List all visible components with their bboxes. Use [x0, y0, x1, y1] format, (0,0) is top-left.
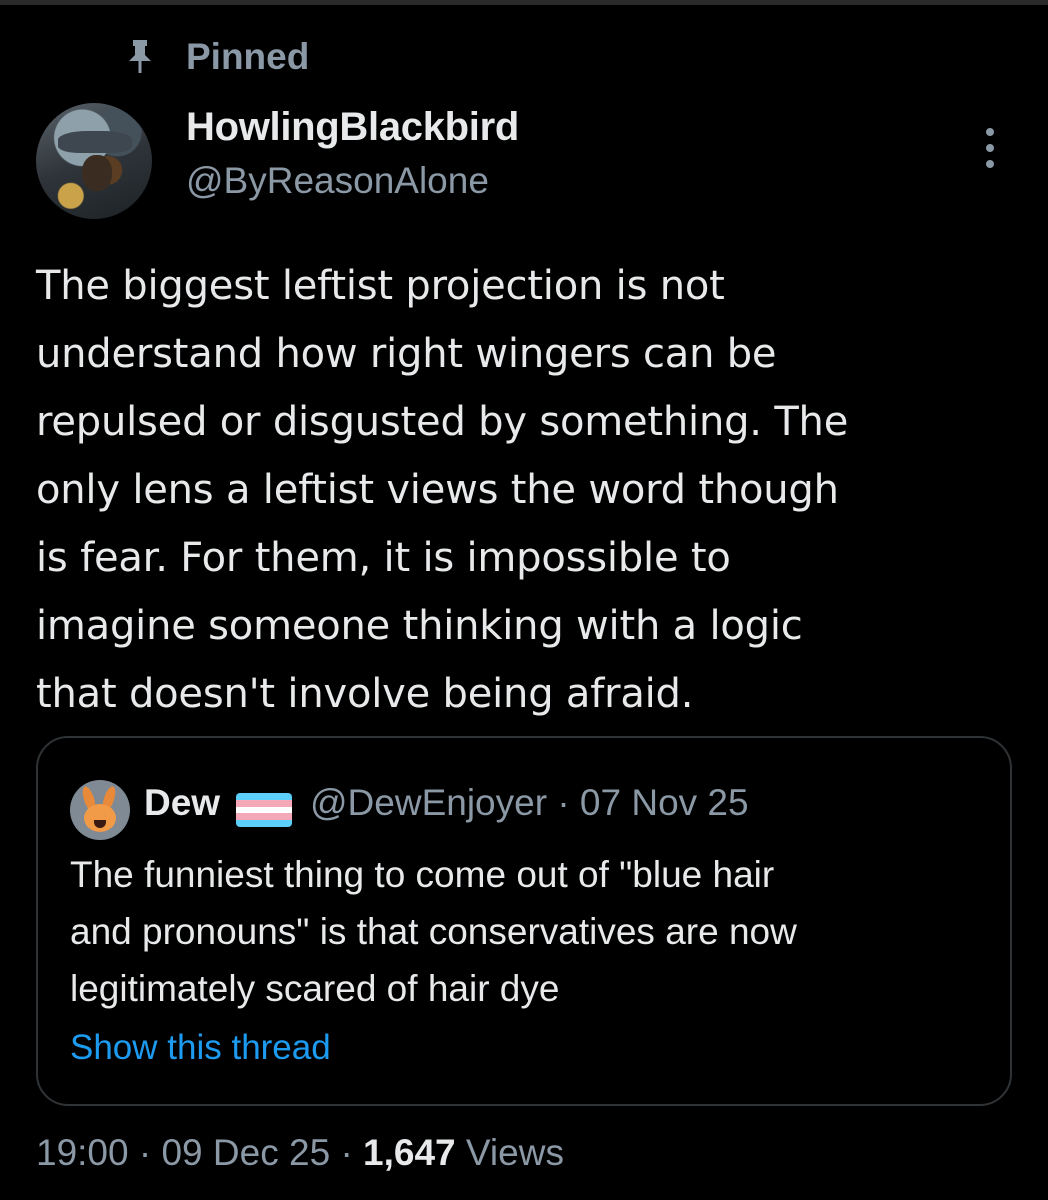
tweet-line: The biggest leftist projection is not: [36, 263, 725, 309]
flag-stripe: [236, 813, 292, 821]
tweet-line: imagine someone thinking with a logic: [36, 603, 803, 649]
tweet-line: that doesn't involve being afraid.: [36, 671, 694, 717]
more-dot: [986, 128, 994, 136]
tweet-line: only lens a leftist views the word thoug…: [36, 467, 839, 513]
quoted-author-handle[interactable]: @DewEnjoyer: [310, 782, 547, 823]
more-options-icon[interactable]: [972, 128, 1008, 168]
author-display-name[interactable]: HowlingBlackbird: [186, 105, 519, 150]
tweet-time[interactable]: 19:00: [36, 1132, 129, 1173]
quoted-line: The funniest thing to come out of "blue …: [70, 854, 775, 895]
pin-icon: [120, 37, 160, 77]
quoted-author-avatar[interactable]: [70, 780, 130, 840]
footer-separator: ·: [340, 1132, 353, 1173]
quoted-line: legitimately scared of hair dye: [70, 968, 560, 1009]
more-dot: [986, 160, 994, 168]
quoted-author-display-name[interactable]: Dew: [144, 782, 220, 824]
author-avatar[interactable]: [36, 103, 152, 219]
tweet-line: repulsed or disgusted by something. The: [36, 399, 849, 445]
views-label[interactable]: Views: [466, 1132, 564, 1173]
author-handle[interactable]: @ByReasonAlone: [186, 160, 489, 202]
tweet-text: The biggest leftist projection is not un…: [36, 252, 1021, 728]
quoted-line: and pronouns" is that conservatives are …: [70, 911, 797, 952]
top-divider: [0, 0, 1048, 5]
avatar-hat-shape: [58, 131, 132, 153]
quoted-meta: @DewEnjoyer · 07 Nov 25: [310, 782, 749, 824]
flag-stripe: [236, 820, 292, 827]
show-thread-link[interactable]: Show this thread: [70, 1028, 331, 1068]
pinned-label: Pinned: [186, 36, 310, 77]
transgender-flag-icon: [236, 793, 292, 827]
flag-stripe: [236, 793, 292, 800]
tweet-line: is fear. For them, it is impossible to: [36, 535, 731, 581]
footer-separator: ·: [138, 1132, 152, 1173]
avatar-face-shape: [82, 155, 112, 191]
flag-stripe: [236, 806, 292, 814]
quoted-date[interactable]: 07 Nov 25: [580, 782, 749, 823]
more-dot: [986, 144, 994, 152]
tweet-footer: 19:00 · 09 Dec 25 · 1,647 Views: [36, 1132, 564, 1174]
meta-separator: ·: [557, 782, 570, 823]
views-count: 1,647: [363, 1132, 456, 1173]
quoted-tweet-card[interactable]: Dew @DewEnjoyer · 07 Nov 25 The funniest…: [36, 736, 1012, 1106]
pinned-indicator: Pinned: [120, 36, 309, 78]
tweet-line: understand how right wingers can be: [36, 331, 777, 377]
tweet-date[interactable]: 09 Dec 25: [161, 1132, 330, 1173]
quoted-tweet-text: The funniest thing to come out of "blue …: [70, 846, 990, 1017]
flag-stripe: [236, 799, 292, 807]
